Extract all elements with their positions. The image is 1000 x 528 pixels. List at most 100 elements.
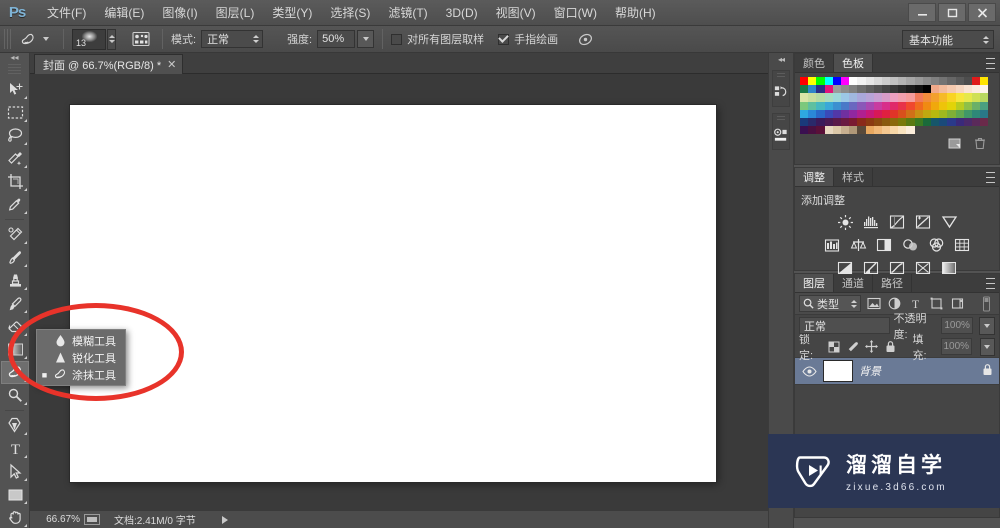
- color-swatch[interactable]: [939, 77, 948, 86]
- color-swatch[interactable]: [808, 109, 817, 118]
- color-swatch[interactable]: [963, 101, 972, 110]
- color-swatch[interactable]: [873, 85, 882, 94]
- color-swatch[interactable]: [832, 85, 841, 94]
- color-swatch[interactable]: [890, 85, 899, 94]
- color-swatch[interactable]: [808, 93, 817, 102]
- curves-icon[interactable]: [888, 214, 907, 231]
- color-swatch[interactable]: [906, 101, 915, 110]
- flyout-item-smudge-tool[interactable]: ■ 涂抹工具: [37, 366, 125, 383]
- color-swatch[interactable]: [865, 117, 874, 127]
- color-swatch[interactable]: [939, 126, 948, 135]
- color-swatch[interactable]: [922, 117, 931, 127]
- color-swatch[interactable]: [914, 109, 923, 118]
- strength-input[interactable]: 50%: [317, 30, 356, 48]
- color-swatch[interactable]: [939, 93, 948, 102]
- color-swatch[interactable]: [800, 101, 809, 110]
- color-swatch[interactable]: [808, 101, 817, 110]
- color-swatch[interactable]: [890, 77, 899, 86]
- color-swatch[interactable]: [914, 126, 923, 135]
- color-swatch[interactable]: [914, 101, 923, 110]
- toolbox-collapse-icon[interactable]: ◂◂: [0, 53, 29, 62]
- rail-group-properties[interactable]: [772, 113, 790, 150]
- panel-menu-icon[interactable]: [982, 278, 995, 289]
- color-swatch[interactable]: [800, 85, 809, 94]
- color-swatch[interactable]: [906, 109, 915, 118]
- tool-flyout-menu[interactable]: 模糊工具 锐化工具 ■ 涂抹工具: [36, 329, 126, 386]
- layer-thumbnail[interactable]: [823, 360, 853, 382]
- color-swatch[interactable]: [971, 93, 981, 102]
- color-swatch[interactable]: [857, 93, 866, 102]
- options-bar-grip[interactable]: [4, 29, 11, 49]
- color-swatch[interactable]: [963, 85, 972, 94]
- color-swatch[interactable]: [898, 77, 907, 86]
- document-tab[interactable]: 封面 @ 66.7%(RGB/8) * ✕: [34, 54, 184, 74]
- color-swatch[interactable]: [971, 101, 981, 110]
- color-swatch[interactable]: [922, 126, 931, 135]
- color-swatch[interactable]: [963, 93, 972, 102]
- color-swatch[interactable]: [947, 126, 956, 135]
- properties-panel-icon[interactable]: [773, 123, 789, 147]
- color-swatch[interactable]: [832, 101, 841, 110]
- color-swatch[interactable]: [955, 109, 964, 118]
- menu-layer[interactable]: 图层(L): [207, 0, 264, 25]
- color-swatch[interactable]: [808, 85, 817, 94]
- color-swatch[interactable]: [947, 93, 956, 102]
- tab-layers[interactable]: 图层: [795, 274, 834, 292]
- color-swatch[interactable]: [955, 85, 964, 94]
- menu-type[interactable]: 类型(Y): [263, 0, 321, 25]
- color-swatch[interactable]: [840, 77, 850, 86]
- lock-image-icon[interactable]: [846, 339, 859, 354]
- layer-filter-type-select[interactable]: 类型: [799, 295, 861, 312]
- color-swatch[interactable]: [955, 101, 964, 110]
- color-swatch[interactable]: [955, 77, 964, 86]
- document-canvas[interactable]: [70, 105, 716, 482]
- rail-group-history[interactable]: [772, 70, 790, 107]
- color-swatch[interactable]: [947, 85, 956, 94]
- type-tool[interactable]: T: [1, 437, 29, 460]
- tab-swatches[interactable]: 色板: [834, 54, 873, 72]
- color-swatch[interactable]: [865, 93, 874, 102]
- color-swatch[interactable]: [890, 101, 899, 110]
- canvas-work-area[interactable]: [30, 74, 768, 510]
- color-swatch[interactable]: [881, 117, 891, 127]
- color-swatch[interactable]: [873, 93, 882, 102]
- color-swatch[interactable]: [857, 77, 866, 86]
- color-swatch[interactable]: [971, 126, 981, 135]
- strength-slider-button[interactable]: [357, 30, 375, 48]
- color-swatch[interactable]: [931, 101, 940, 110]
- filter-pixel-icon[interactable]: [865, 295, 882, 312]
- color-swatch[interactable]: [840, 85, 850, 94]
- color-swatch[interactable]: [898, 85, 907, 94]
- opacity-value[interactable]: 100%: [941, 317, 974, 334]
- color-swatch[interactable]: [931, 77, 940, 86]
- brush-size-preview[interactable]: 13: [72, 28, 106, 50]
- color-swatch[interactable]: [800, 109, 809, 118]
- color-swatch[interactable]: [832, 93, 841, 102]
- color-swatch[interactable]: [971, 77, 981, 86]
- color-swatch[interactable]: [898, 101, 907, 110]
- sample-all-layers-checkbox[interactable]: 对所有图层取样: [391, 31, 484, 47]
- color-swatch[interactable]: [873, 109, 882, 118]
- lock-all-icon[interactable]: [884, 339, 897, 354]
- panel-menu-icon[interactable]: [982, 172, 995, 183]
- color-swatch[interactable]: [980, 126, 989, 135]
- color-swatch[interactable]: [865, 101, 874, 110]
- color-swatch[interactable]: [849, 85, 858, 94]
- color-lookup-icon[interactable]: [953, 237, 972, 254]
- color-swatch[interactable]: [849, 109, 858, 118]
- tab-paths[interactable]: 路径: [873, 274, 912, 292]
- color-swatch[interactable]: [840, 93, 850, 102]
- tab-channels[interactable]: 通道: [834, 274, 873, 292]
- smudge-tool[interactable]: [1, 361, 29, 384]
- color-swatch[interactable]: [963, 109, 972, 118]
- color-swatch[interactable]: [939, 85, 948, 94]
- color-swatch[interactable]: [906, 85, 915, 94]
- color-swatch[interactable]: [873, 117, 882, 127]
- color-swatch[interactable]: [980, 93, 989, 102]
- color-swatch[interactable]: [971, 109, 981, 118]
- color-swatch[interactable]: [963, 77, 972, 86]
- color-swatch[interactable]: [922, 77, 931, 86]
- color-swatch[interactable]: [890, 109, 899, 118]
- color-swatch[interactable]: [890, 126, 899, 135]
- color-swatch[interactable]: [906, 77, 915, 86]
